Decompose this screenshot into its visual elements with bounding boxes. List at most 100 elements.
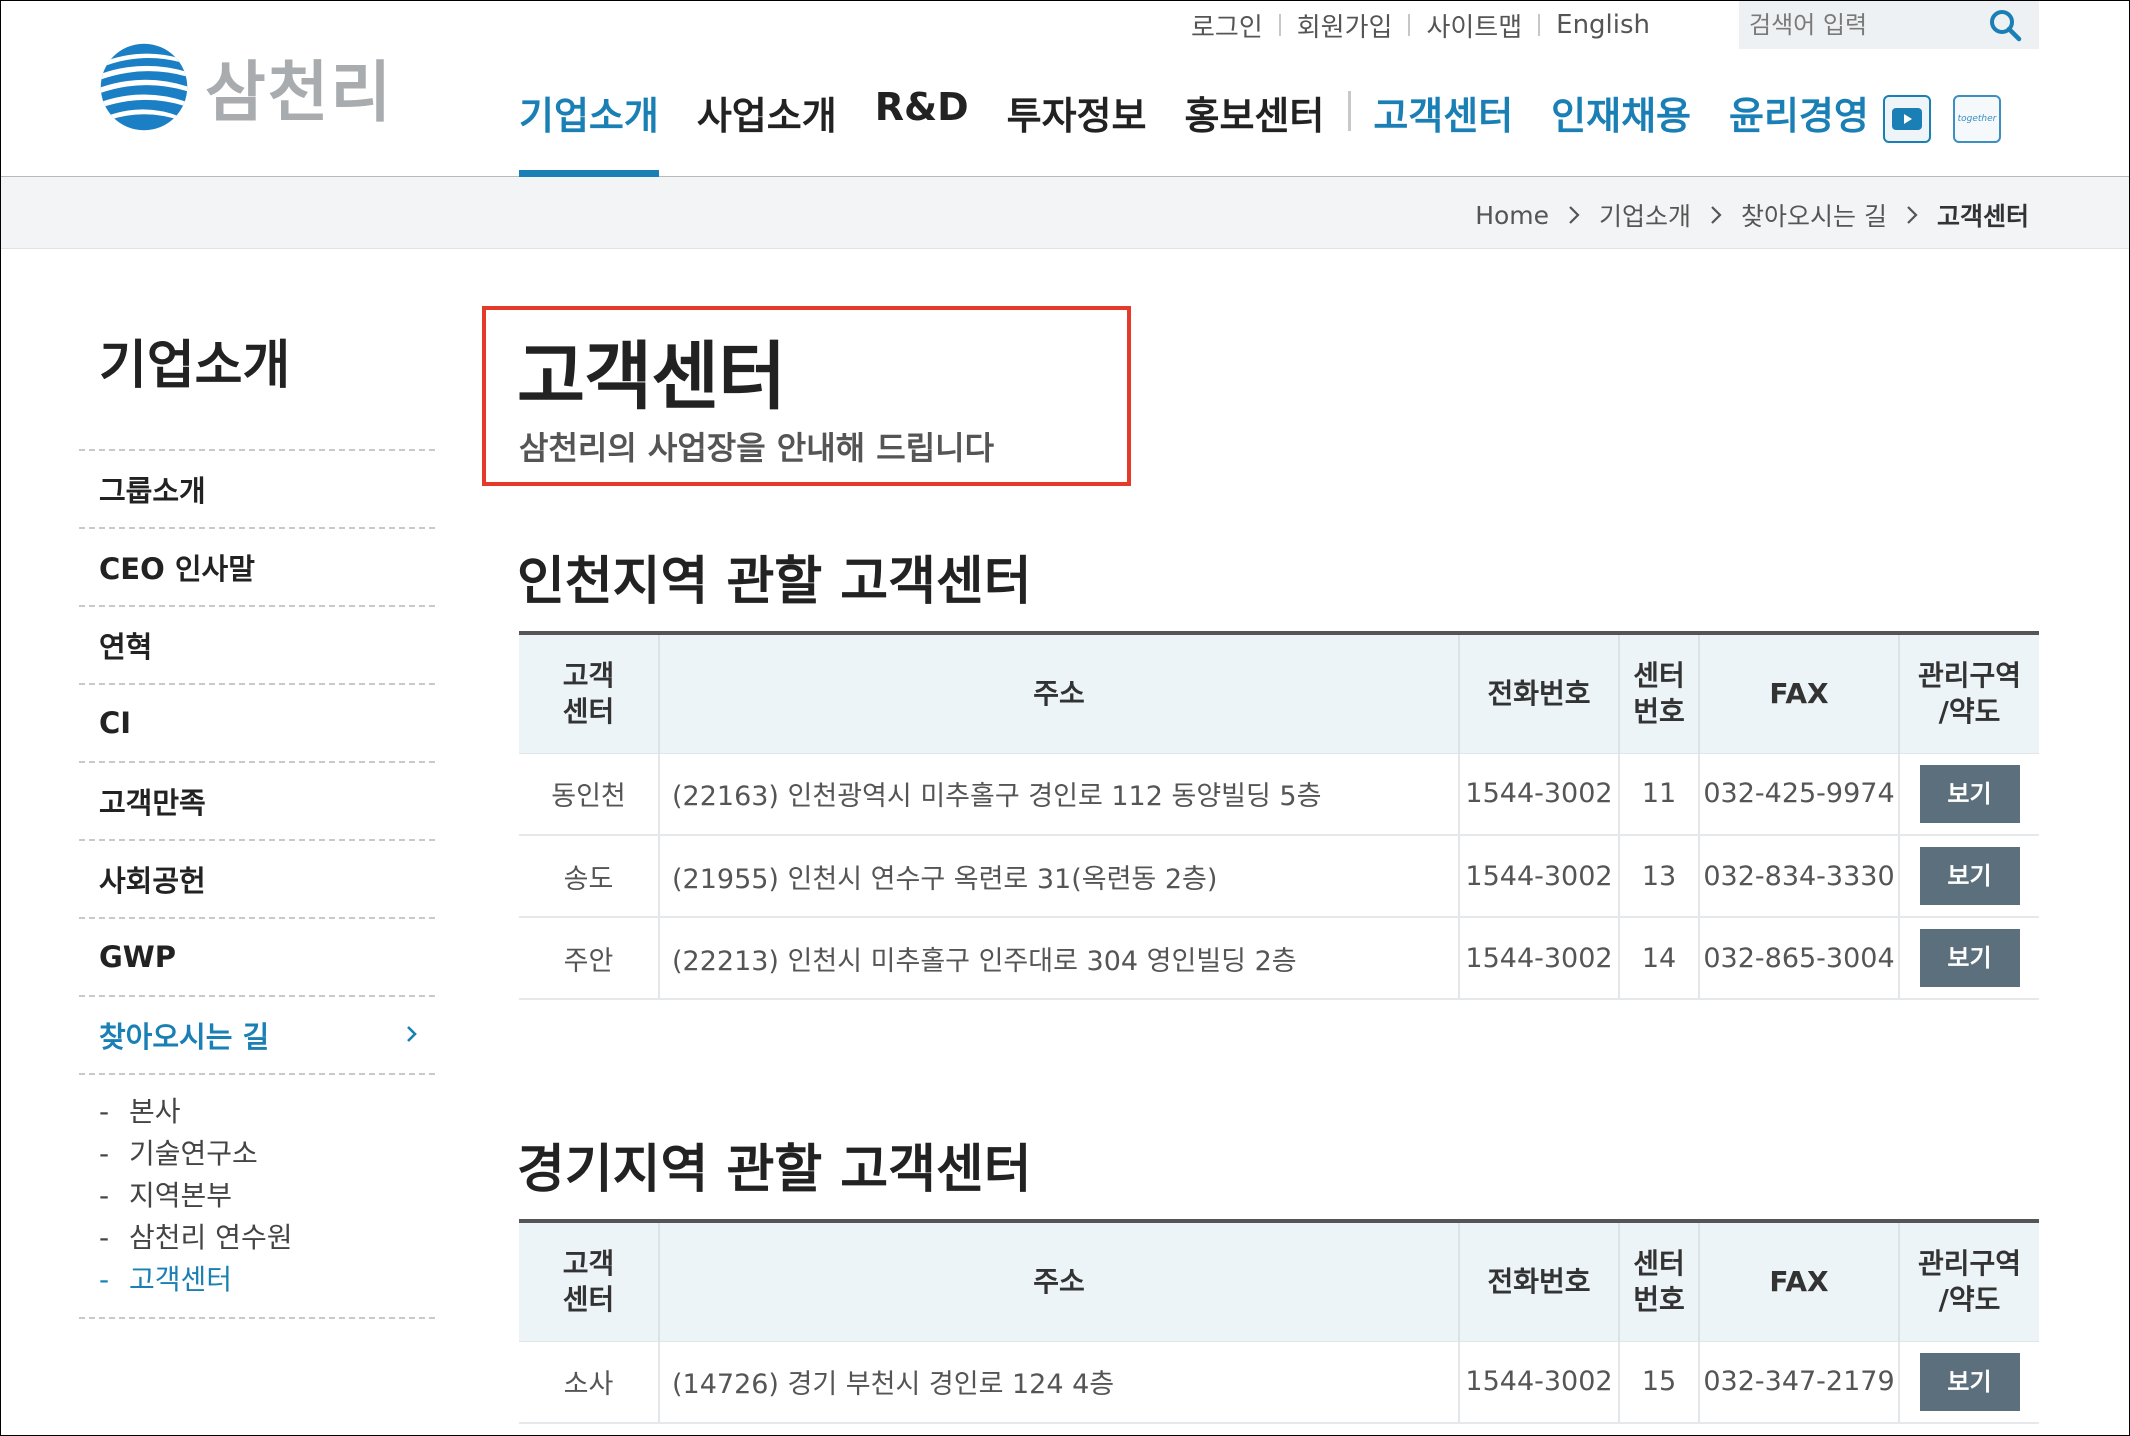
nav-pr[interactable]: 홍보센터: [1184, 85, 1324, 177]
together-icon[interactable]: together: [1953, 95, 2001, 143]
cell-address: (22163) 인천광역시 미추홀구 경인로 112 동양빌딩 5층: [659, 753, 1460, 836]
col-fax: FAX: [1699, 633, 1900, 754]
sidebar-title: 기업소개: [79, 301, 435, 451]
page-title: 고객센터: [517, 334, 786, 420]
divider: [1538, 14, 1541, 36]
nav-ethics[interactable]: 윤리경영: [1729, 85, 1869, 177]
col-center-no: 센터 번호: [1619, 633, 1700, 754]
col-center: 고객 센터: [519, 633, 660, 754]
divider: [1278, 14, 1281, 36]
chevron-right-icon: [1569, 206, 1580, 224]
submenu-item-customer-center[interactable]: - 고객센터: [99, 1259, 435, 1301]
logo[interactable]: 삼천리: [97, 37, 417, 137]
cell-view: 보기: [1899, 753, 2039, 836]
view-map-button[interactable]: 보기: [1919, 847, 2020, 905]
nav-recruit[interactable]: 인재채용: [1551, 85, 1691, 177]
main-nav: 기업소개 사업소개 R&D 투자정보 홍보센터 고객센터 인재채용 윤리경영: [519, 85, 1907, 177]
table-row: 송도 (21955) 인천시 연수구 옥련로 31(옥련동 2층) 1544-3…: [519, 835, 2039, 918]
logo-text: 삼천리: [205, 54, 394, 131]
breadcrumb-company[interactable]: 기업소개: [1599, 197, 1691, 233]
cell-address: (14726) 경기 부천시 경인로 124 4층: [659, 1341, 1460, 1424]
nav-investment[interactable]: 투자정보: [1007, 85, 1147, 177]
col-address: 주소: [659, 1221, 1460, 1342]
breadcrumb-home[interactable]: Home: [1475, 201, 1549, 230]
col-phone: 전화번호: [1459, 1221, 1620, 1342]
nav-customer[interactable]: 고객센터: [1373, 85, 1513, 177]
sidebar-item-group[interactable]: 그룹소개: [79, 451, 435, 529]
login-link[interactable]: 로그인: [1191, 7, 1263, 44]
nav-rnd[interactable]: R&D: [875, 85, 969, 177]
cell-view: 보기: [1899, 1341, 2039, 1424]
view-map-button[interactable]: 보기: [1919, 1352, 2020, 1411]
submenu-item-hq[interactable]: - 본사: [99, 1091, 435, 1133]
sidebar-item-gwp[interactable]: GWP: [79, 919, 435, 997]
cell-phone: 1544-3002: [1459, 753, 1620, 836]
breadcrumb-bar: Home 기업소개 찾아오시는 길 고객센터: [1, 177, 2129, 249]
nav-company[interactable]: 기업소개: [519, 85, 659, 177]
col-area: 관리구역/약도: [1899, 633, 2039, 754]
col-area: 관리구역/약도: [1899, 1221, 2039, 1342]
table-row: 주안 (22213) 인천시 미추홀구 인주대로 304 영인빌딩 2층 154…: [519, 917, 2039, 1000]
cell-fax: 032-865-3004: [1699, 917, 1900, 1000]
col-phone: 전화번호: [1459, 633, 1620, 754]
cell-phone: 1544-3002: [1459, 835, 1620, 918]
cell-center-no: 13: [1619, 835, 1700, 918]
sitemap-link[interactable]: 사이트맵: [1426, 7, 1522, 44]
cell-fax: 032-425-9974: [1699, 753, 1900, 836]
sidebar-submenu: - 본사 - 기술연구소 - 지역본부 - 삼천리 연수원 - 고객센터: [79, 1075, 435, 1319]
cell-fax: 032-347-2179: [1699, 1341, 1900, 1424]
submenu-item-training[interactable]: - 삼천리 연수원: [99, 1217, 435, 1259]
chevron-right-icon: [1711, 206, 1722, 224]
breadcrumb: Home 기업소개 찾아오시는 길 고객센터: [1475, 197, 2029, 233]
cell-view: 보기: [1899, 917, 2039, 1000]
chevron-right-icon: [407, 1026, 417, 1042]
sidebar-item-label: 찾아오시는 길: [99, 1020, 270, 1054]
gyeonggi-table: 고객 센터 주소 전화번호 센터 번호 FAX 관리구역/약도 소사 (14726)…: [519, 1219, 2039, 1424]
cell-center: 동인천: [519, 753, 660, 836]
col-address: 주소: [659, 633, 1460, 754]
submenu-item-lab[interactable]: - 기술연구소: [99, 1133, 435, 1175]
english-link[interactable]: English: [1556, 10, 1650, 40]
together-label: together: [1957, 114, 1997, 124]
cell-address: (22213) 인천시 미추홀구 인주대로 304 영인빌딩 2층: [659, 917, 1460, 1000]
col-center-no: 센터 번호: [1619, 1221, 1700, 1342]
site-header: 삼천리 로그인 회원가입 사이트맵 English 기업소개 사업소개 R&D …: [1, 1, 2129, 177]
sidebar: 기업소개 그룹소개 CEO 인사말 연혁 CI 고객만족 사회공헌 GWP 찾아…: [79, 301, 435, 1319]
nav-business[interactable]: 사업소개: [697, 85, 837, 177]
logo-globe-icon: [100, 43, 188, 131]
search-input[interactable]: [1749, 11, 1989, 39]
youtube-play-icon: [1892, 108, 1922, 130]
sidebar-item-ceo[interactable]: CEO 인사말: [79, 529, 435, 607]
sidebar-item-satisfaction[interactable]: 고객만족: [79, 763, 435, 841]
sidebar-item-social[interactable]: 사회공헌: [79, 841, 435, 919]
section-title-incheon: 인천지역 관할 고객센터: [517, 552, 1032, 612]
sidebar-item-directions[interactable]: 찾아오시는 길: [79, 997, 435, 1075]
sidebar-item-history[interactable]: 연혁: [79, 607, 435, 685]
search-icon[interactable]: [1987, 7, 2023, 43]
cell-center: 주안: [519, 917, 660, 1000]
signup-link[interactable]: 회원가입: [1297, 7, 1393, 44]
youtube-icon[interactable]: [1883, 95, 1931, 143]
page-subtitle: 삼천리의 사업장을 안내해 드립니다: [519, 429, 995, 467]
view-map-button[interactable]: 보기: [1919, 764, 2020, 823]
table-row: 소사 (14726) 경기 부천시 경인로 124 4층 1544-3002 1…: [519, 1341, 2039, 1424]
table-row: 동인천 (22163) 인천광역시 미추홀구 경인로 112 동양빌딩 5층 1…: [519, 753, 2039, 836]
cell-address: (21955) 인천시 연수구 옥련로 31(옥련동 2층): [659, 835, 1460, 918]
section-title-gyeonggi: 경기지역 관할 고객센터: [517, 1140, 1032, 1200]
cell-phone: 1544-3002: [1459, 1341, 1620, 1424]
nav-divider: [1348, 91, 1352, 131]
sidebar-item-ci[interactable]: CI: [79, 685, 435, 763]
breadcrumb-directions[interactable]: 찾아오시는 길: [1741, 197, 1887, 233]
page-frame: 삼천리 로그인 회원가입 사이트맵 English 기업소개 사업소개 R&D …: [0, 0, 2130, 1436]
submenu-item-regional[interactable]: - 지역본부: [99, 1175, 435, 1217]
cell-phone: 1544-3002: [1459, 917, 1620, 1000]
cell-fax: 032-834-3330: [1699, 835, 1900, 918]
breadcrumb-current: 고객센터: [1936, 202, 2029, 231]
cell-center-no: 11: [1619, 753, 1700, 836]
col-fax: FAX: [1699, 1221, 1900, 1342]
col-center: 고객 센터: [519, 1221, 660, 1342]
cell-center: 소사: [519, 1341, 660, 1424]
cell-center: 송도: [519, 835, 660, 918]
search-box: [1739, 1, 2039, 49]
view-map-button[interactable]: 보기: [1919, 929, 2020, 987]
